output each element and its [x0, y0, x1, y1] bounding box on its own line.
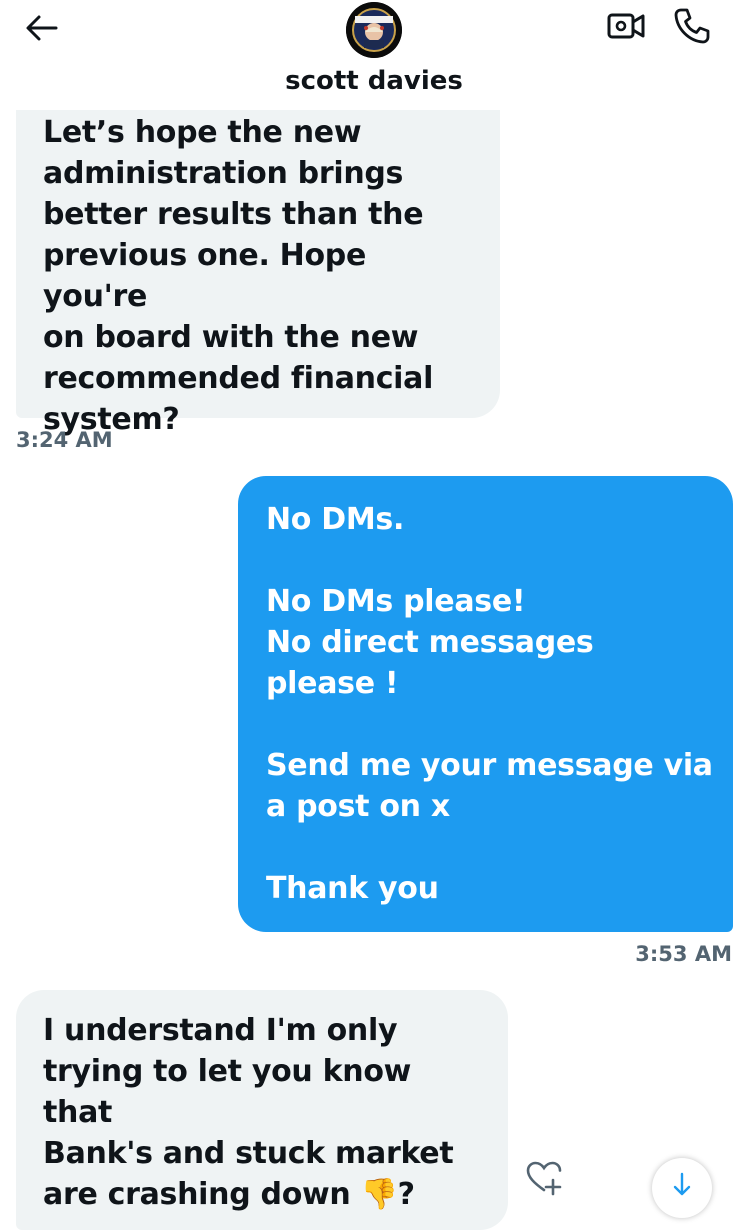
back-button[interactable] [22, 8, 62, 48]
arrow-down-icon [673, 1172, 691, 1196]
message-bubble-incoming[interactable]: Let’s hope the new administration brings… [16, 70, 500, 437]
video-call-button[interactable] [604, 6, 648, 46]
video-call-icon [607, 13, 645, 39]
scroll-to-bottom-button[interactable] [652, 1158, 712, 1218]
contact-name[interactable]: scott davies [0, 66, 748, 96]
presidential-seal-avatar-icon [346, 2, 402, 58]
message-timestamp: 3:24 AM [16, 428, 113, 452]
message-timestamp: 3:53 AM [635, 942, 732, 966]
phone-icon [674, 8, 710, 44]
message-bubble-incoming[interactable]: I understand I'm only trying to let you … [16, 990, 508, 1230]
avatar[interactable] [346, 2, 402, 58]
conversation-header: scott davies [0, 0, 748, 110]
message-bubble-outgoing[interactable]: No DMs. No DMs please! No direct message… [238, 476, 733, 932]
phone-call-button[interactable] [670, 4, 714, 48]
arrow-left-icon [26, 15, 58, 41]
heart-plus-icon [526, 1161, 562, 1196]
add-reaction-button[interactable] [524, 1158, 564, 1198]
